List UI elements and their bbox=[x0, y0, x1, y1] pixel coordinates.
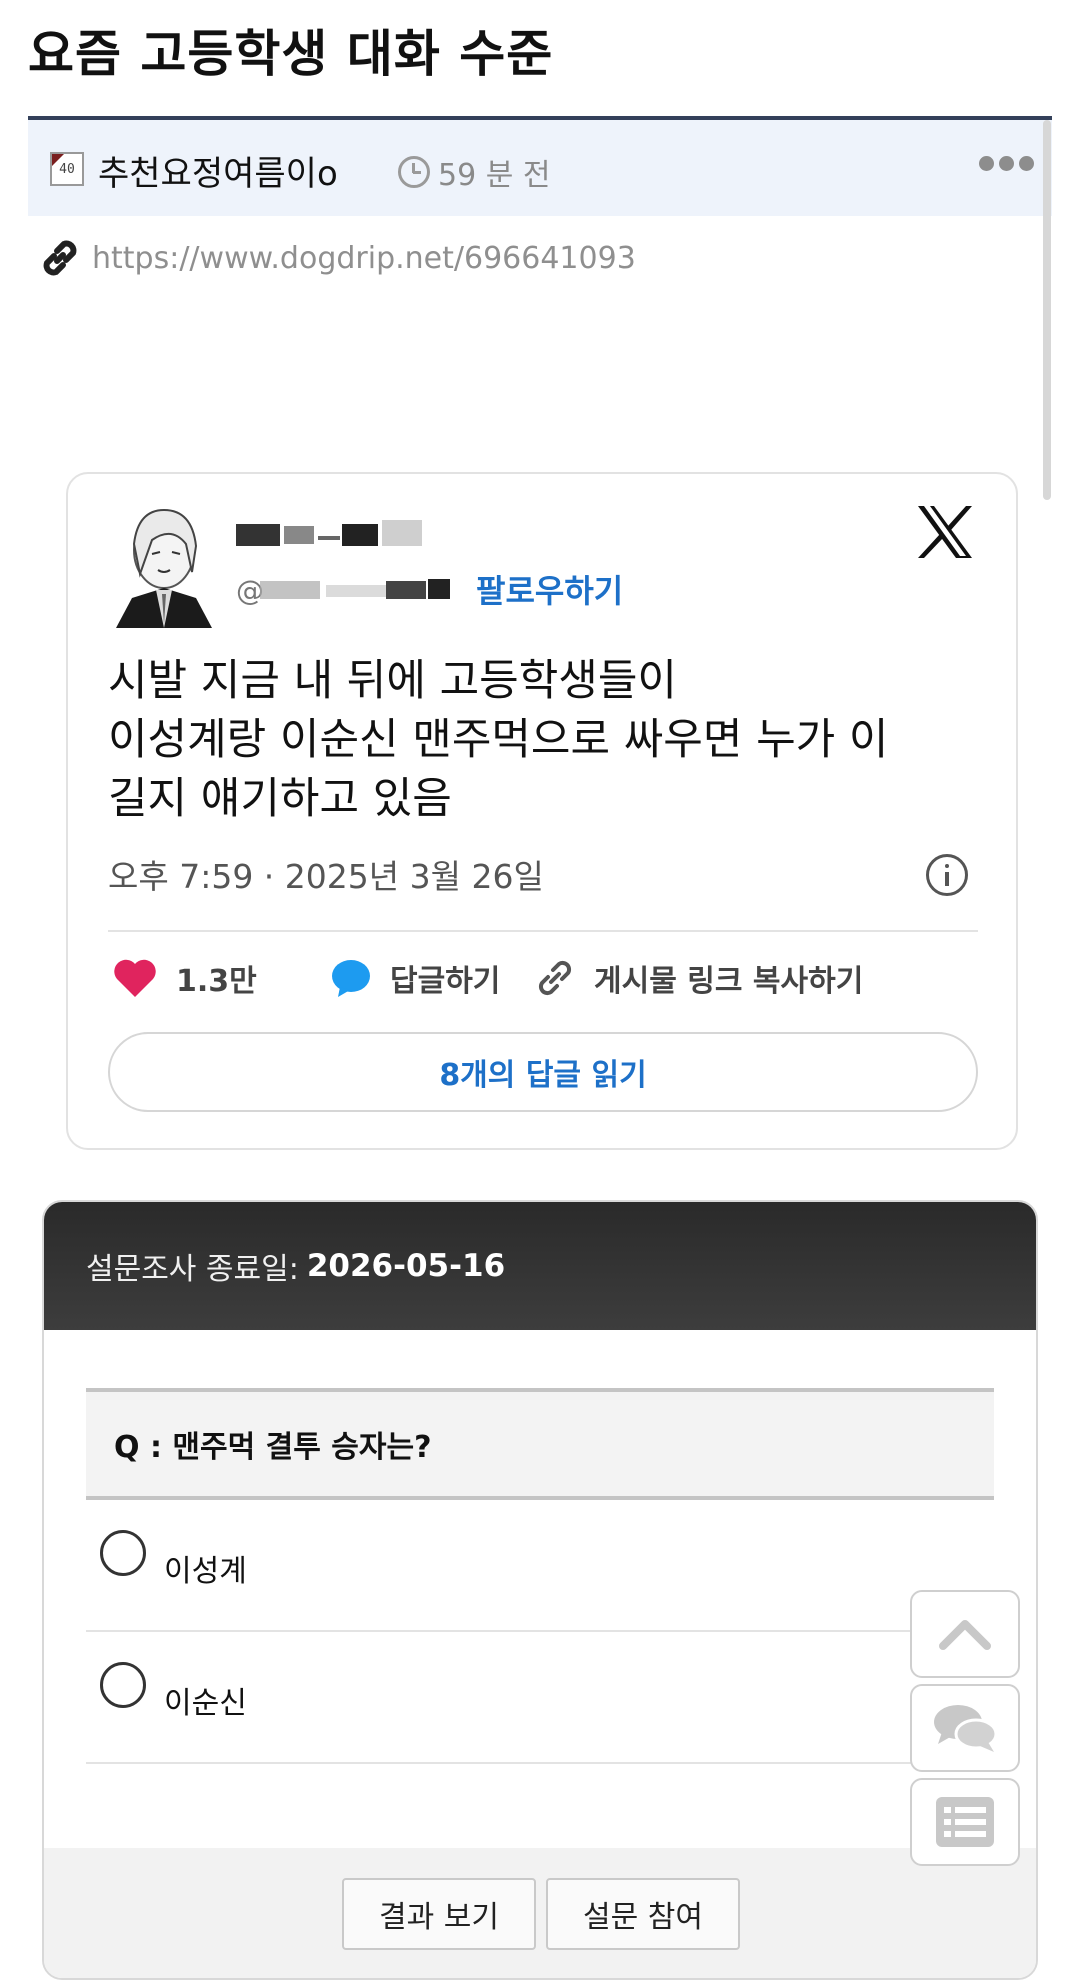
view-results-button[interactable]: 결과 보기 bbox=[342, 1878, 536, 1950]
comments-button[interactable] bbox=[910, 1684, 1020, 1772]
poll-widget: 설문조사 종료일: 2026-05-16 Q : 맨주먹 결투 승자는? 이성계… bbox=[42, 1200, 1038, 1980]
tweet-divider bbox=[108, 930, 978, 932]
heart-icon bbox=[114, 959, 156, 997]
read-replies-button[interactable]: 8개의 답글 읽기 bbox=[108, 1032, 978, 1112]
copy-link-label: 게시물 링크 복사하기 bbox=[594, 964, 864, 999]
level-badge-icon: 40 bbox=[50, 152, 84, 186]
blurred-display-name bbox=[236, 520, 422, 546]
like-count: 1.3만 bbox=[176, 964, 257, 999]
avatar[interactable] bbox=[112, 504, 216, 628]
poll-header: 설문조사 종료일: 2026-05-16 bbox=[44, 1202, 1036, 1330]
poll-footer: 결과 보기 설문 참여 bbox=[44, 1848, 1036, 1978]
comments-icon bbox=[934, 1705, 998, 1752]
page-scrollbar[interactable] bbox=[1043, 120, 1051, 500]
source-link[interactable]: https://www.dogdrip.net/696641093 bbox=[92, 241, 636, 276]
tweet-text-line: 시발 지금 내 뒤에 고등학생들이 bbox=[108, 656, 677, 706]
tweet-date[interactable]: 오후 7:59 · 2025년 3월 26일 bbox=[108, 850, 544, 898]
link-icon bbox=[43, 240, 77, 276]
tweet-actions: 1.3만 답글하기 게시물 링크 복사하기 bbox=[108, 956, 988, 1016]
tweet-text-line: 길지 얘기하고 있음 bbox=[108, 774, 452, 824]
poll-option-label: 이성계 bbox=[164, 1554, 247, 1589]
poll-option-label: 이순신 bbox=[164, 1686, 247, 1721]
poll-option[interactable]: 이순신 bbox=[86, 1632, 994, 1764]
blurred-handle: @ bbox=[236, 574, 450, 605]
chevron-up-icon bbox=[939, 1620, 991, 1650]
poll-option[interactable]: 이성계 bbox=[86, 1500, 994, 1632]
list-icon bbox=[936, 1797, 994, 1847]
tweet-text: 시발 지금 내 뒤에 고등학생들이 이성계랑 이순신 맨주먹으로 싸우면 누가 … bbox=[108, 652, 988, 829]
like-action[interactable]: 1.3만 bbox=[112, 956, 257, 1000]
speech-bubble-icon bbox=[332, 960, 370, 997]
radio-button[interactable] bbox=[100, 1662, 146, 1708]
handle-at-sign: @ bbox=[236, 574, 264, 605]
follow-button[interactable]: 팔로우하기 bbox=[476, 566, 623, 612]
info-icon[interactable] bbox=[926, 854, 968, 896]
scroll-top-button[interactable] bbox=[910, 1590, 1020, 1678]
post-title: 요즘 고등학생 대화 수준 bbox=[28, 25, 554, 83]
author-name[interactable]: 추천요정여름이o bbox=[98, 146, 338, 195]
post-time: 59 분 전 bbox=[398, 150, 550, 194]
poll-end-date: 2026-05-16 bbox=[306, 1248, 506, 1284]
tweet-embed: @ 팔로우하기 시발 지금 내 뒤에 고등학생들이 이성계랑 이순신 맨주먹으로… bbox=[66, 472, 1018, 1150]
reply-action[interactable]: 답글하기 bbox=[330, 956, 500, 1000]
x-logo-icon[interactable] bbox=[916, 504, 974, 560]
source-link-row[interactable]: https://www.dogdrip.net/696641093 bbox=[38, 236, 636, 280]
tweet-handle-row: @ 팔로우하기 bbox=[236, 566, 623, 612]
tweet-text-line: 이성계랑 이순신 맨주먹으로 싸우면 누가 이 bbox=[108, 715, 889, 765]
clock-icon bbox=[398, 156, 430, 188]
list-button[interactable] bbox=[910, 1778, 1020, 1866]
post-time-text: 59 분 전 bbox=[438, 158, 551, 193]
submit-vote-button[interactable]: 설문 참여 bbox=[546, 1878, 740, 1950]
poll-end-label: 설문조사 종료일: bbox=[86, 1252, 299, 1287]
reply-label: 답글하기 bbox=[390, 964, 501, 999]
chain-link-icon bbox=[538, 960, 572, 996]
post-meta-bar: 40 추천요정여름이o 59 분 전 bbox=[28, 120, 1052, 216]
more-options-icon[interactable] bbox=[979, 156, 1034, 171]
poll-question: Q : 맨주먹 결투 승자는? bbox=[86, 1388, 994, 1500]
copy-link-action[interactable]: 게시물 링크 복사하기 bbox=[534, 956, 863, 1000]
radio-button[interactable] bbox=[100, 1530, 146, 1576]
